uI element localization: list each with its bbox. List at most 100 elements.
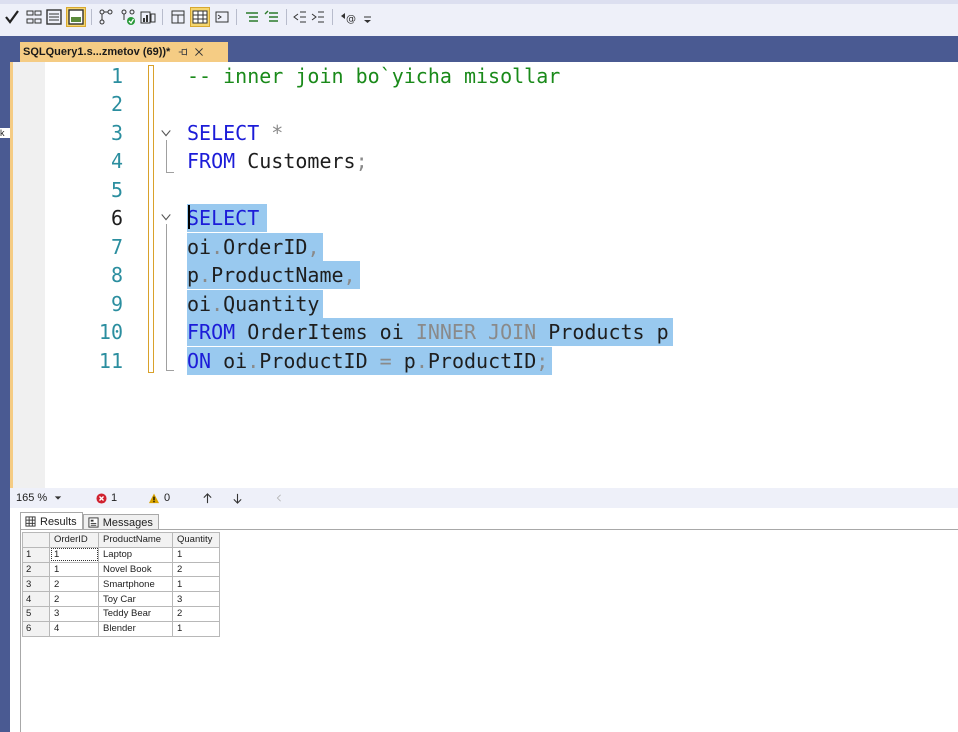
line-number: 7	[110, 235, 123, 259]
warning-count[interactable]: 0	[148, 490, 170, 506]
identifier: OrderItems oi	[235, 320, 416, 344]
query-options-icon[interactable]	[168, 7, 188, 27]
table-row[interactable]: 4 2 Toy Car 3	[22, 591, 220, 607]
punctuation: .	[247, 349, 260, 373]
identifier: p	[187, 263, 200, 287]
row-number[interactable]: 3	[22, 576, 50, 593]
specify-values-icon[interactable]: @	[338, 7, 358, 27]
line-number: 10	[98, 320, 123, 344]
line-number: 5	[110, 178, 123, 202]
table-row[interactable]: 3 2 Smartphone 1	[22, 576, 220, 593]
cell-quantity[interactable]: 1	[172, 576, 220, 593]
cell-productname[interactable]: Toy Car	[98, 591, 173, 607]
cell-quantity[interactable]: 2	[172, 605, 220, 622]
execute-check-icon[interactable]	[2, 7, 22, 27]
row-number[interactable]: 6	[22, 620, 50, 637]
keyword: SELECT	[187, 206, 260, 230]
code-line: 6 SELECT	[13, 204, 958, 232]
cell-orderid[interactable]: 3	[49, 605, 99, 622]
code-line: 4 FROM Customers;	[13, 147, 958, 175]
parse-icon[interactable]	[24, 7, 44, 27]
cell-orderid[interactable]: 4	[49, 620, 99, 637]
code-line: 10 FROM OrderItems oi INNER JOIN Product…	[13, 318, 958, 346]
intellisense-icon[interactable]	[190, 7, 210, 27]
table-row[interactable]: 2 1 Novel Book 2	[22, 561, 220, 578]
punctuation: .	[211, 235, 224, 259]
cell-productname[interactable]: Novel Book	[98, 561, 173, 578]
code-line: 11 ON oi.ProductID = p.ProductID;	[13, 347, 958, 375]
next-issue-icon[interactable]	[230, 490, 244, 506]
keyword: SELECT	[187, 121, 260, 145]
comment-icon[interactable]	[242, 7, 262, 27]
sqlcmd-icon[interactable]	[212, 7, 232, 27]
zoom-dropdown[interactable]: 165 %	[16, 490, 76, 506]
cell-quantity[interactable]: 2	[172, 561, 220, 578]
decrease-indent-icon[interactable]	[290, 7, 310, 27]
document-tab-title: SQLQuery1.s...zmetov (69))*	[23, 46, 171, 58]
error-count[interactable]: 1	[96, 490, 117, 506]
cell-quantity[interactable]: 3	[172, 591, 220, 607]
identifier: OrderID	[223, 235, 308, 259]
pin-icon[interactable]	[176, 45, 190, 59]
identifier: oi	[211, 349, 248, 373]
operator: *	[259, 121, 284, 145]
keyword: ON	[187, 349, 212, 373]
cell-productname[interactable]: Blender	[98, 620, 173, 637]
previous-issue-icon[interactable]	[200, 490, 214, 506]
tab-results[interactable]: Results	[20, 512, 83, 530]
scroll-left-icon[interactable]	[272, 490, 286, 506]
error-count-value: 1	[111, 492, 118, 504]
row-number[interactable]: 4	[22, 591, 50, 607]
table-row[interactable]: 1 1 Laptop 1	[22, 546, 220, 563]
table-row[interactable]: 5 3 Teddy Bear 2	[22, 605, 220, 622]
close-icon[interactable]	[192, 45, 206, 59]
selected-code: p.ProductName,	[187, 261, 360, 289]
client-stats-icon[interactable]	[138, 7, 158, 27]
cell-productname[interactable]: Teddy Bear	[98, 605, 173, 622]
column-header[interactable]: OrderID	[49, 532, 99, 548]
line-number: 8	[110, 263, 123, 287]
include-plan-icon[interactable]	[96, 7, 116, 27]
document-tab[interactable]: SQLQuery1.s...zmetov (69))*	[20, 42, 228, 62]
chevron-down-icon	[54, 496, 62, 500]
row-number[interactable]: 2	[22, 561, 50, 578]
identifier: Customers	[235, 149, 356, 173]
column-header[interactable]: ProductName	[98, 532, 173, 548]
tab-messages-label: Messages	[102, 516, 153, 529]
cell-orderid[interactable]: 2	[49, 591, 99, 607]
live-stats-icon[interactable]	[118, 7, 138, 27]
toolbar-overflow-icon[interactable]	[358, 7, 378, 27]
table-row[interactable]: 6 4 Blender 1	[22, 620, 220, 637]
column-header[interactable]: Quantity	[172, 532, 220, 548]
results-to-grid-icon[interactable]	[66, 7, 86, 27]
code-line: 7 oi.OrderID,	[13, 233, 958, 261]
identifier: Quantity	[223, 292, 320, 316]
tab-messages[interactable]: Messages	[82, 514, 159, 530]
row-number[interactable]: 1	[22, 546, 50, 563]
identifier: ProductName	[211, 263, 344, 287]
query-editor[interactable]: 1 -- inner join bo`yicha misollar 2 3 SE…	[10, 62, 958, 488]
row-number[interactable]: 5	[22, 605, 50, 622]
warning-icon	[148, 492, 160, 503]
increase-indent-icon[interactable]	[308, 7, 328, 27]
cell-orderid[interactable]: 2	[49, 576, 99, 593]
identifier: oi	[187, 292, 212, 316]
cell-productname[interactable]: Laptop	[98, 546, 173, 563]
warning-count-value: 0	[164, 492, 171, 504]
cell-quantity[interactable]: 1	[172, 620, 220, 637]
cell-quantity[interactable]: 1	[172, 546, 220, 563]
bottom-rail	[0, 712, 10, 732]
cell-orderid[interactable]: 1	[49, 546, 99, 563]
row-header-corner[interactable]	[22, 532, 50, 548]
cell-orderid[interactable]: 1	[49, 561, 99, 578]
uncomment-icon[interactable]	[262, 7, 282, 27]
code-line: 2	[13, 90, 958, 118]
code-line: 1 -- inner join bo`yicha misollar	[13, 62, 958, 90]
results-to-text-icon[interactable]	[44, 7, 64, 27]
code-comment: -- inner join bo`yicha misollar	[187, 64, 561, 88]
cell-productname[interactable]: Smartphone	[98, 576, 173, 593]
results-tabs: Results Messages	[20, 512, 159, 530]
punctuation: .	[199, 263, 212, 287]
selected-code: FROM OrderItems oi INNER JOIN Products p	[187, 318, 673, 346]
results-grid[interactable]: OrderID ProductName Quantity 1 1 Laptop 1 2 1…	[22, 532, 220, 637]
